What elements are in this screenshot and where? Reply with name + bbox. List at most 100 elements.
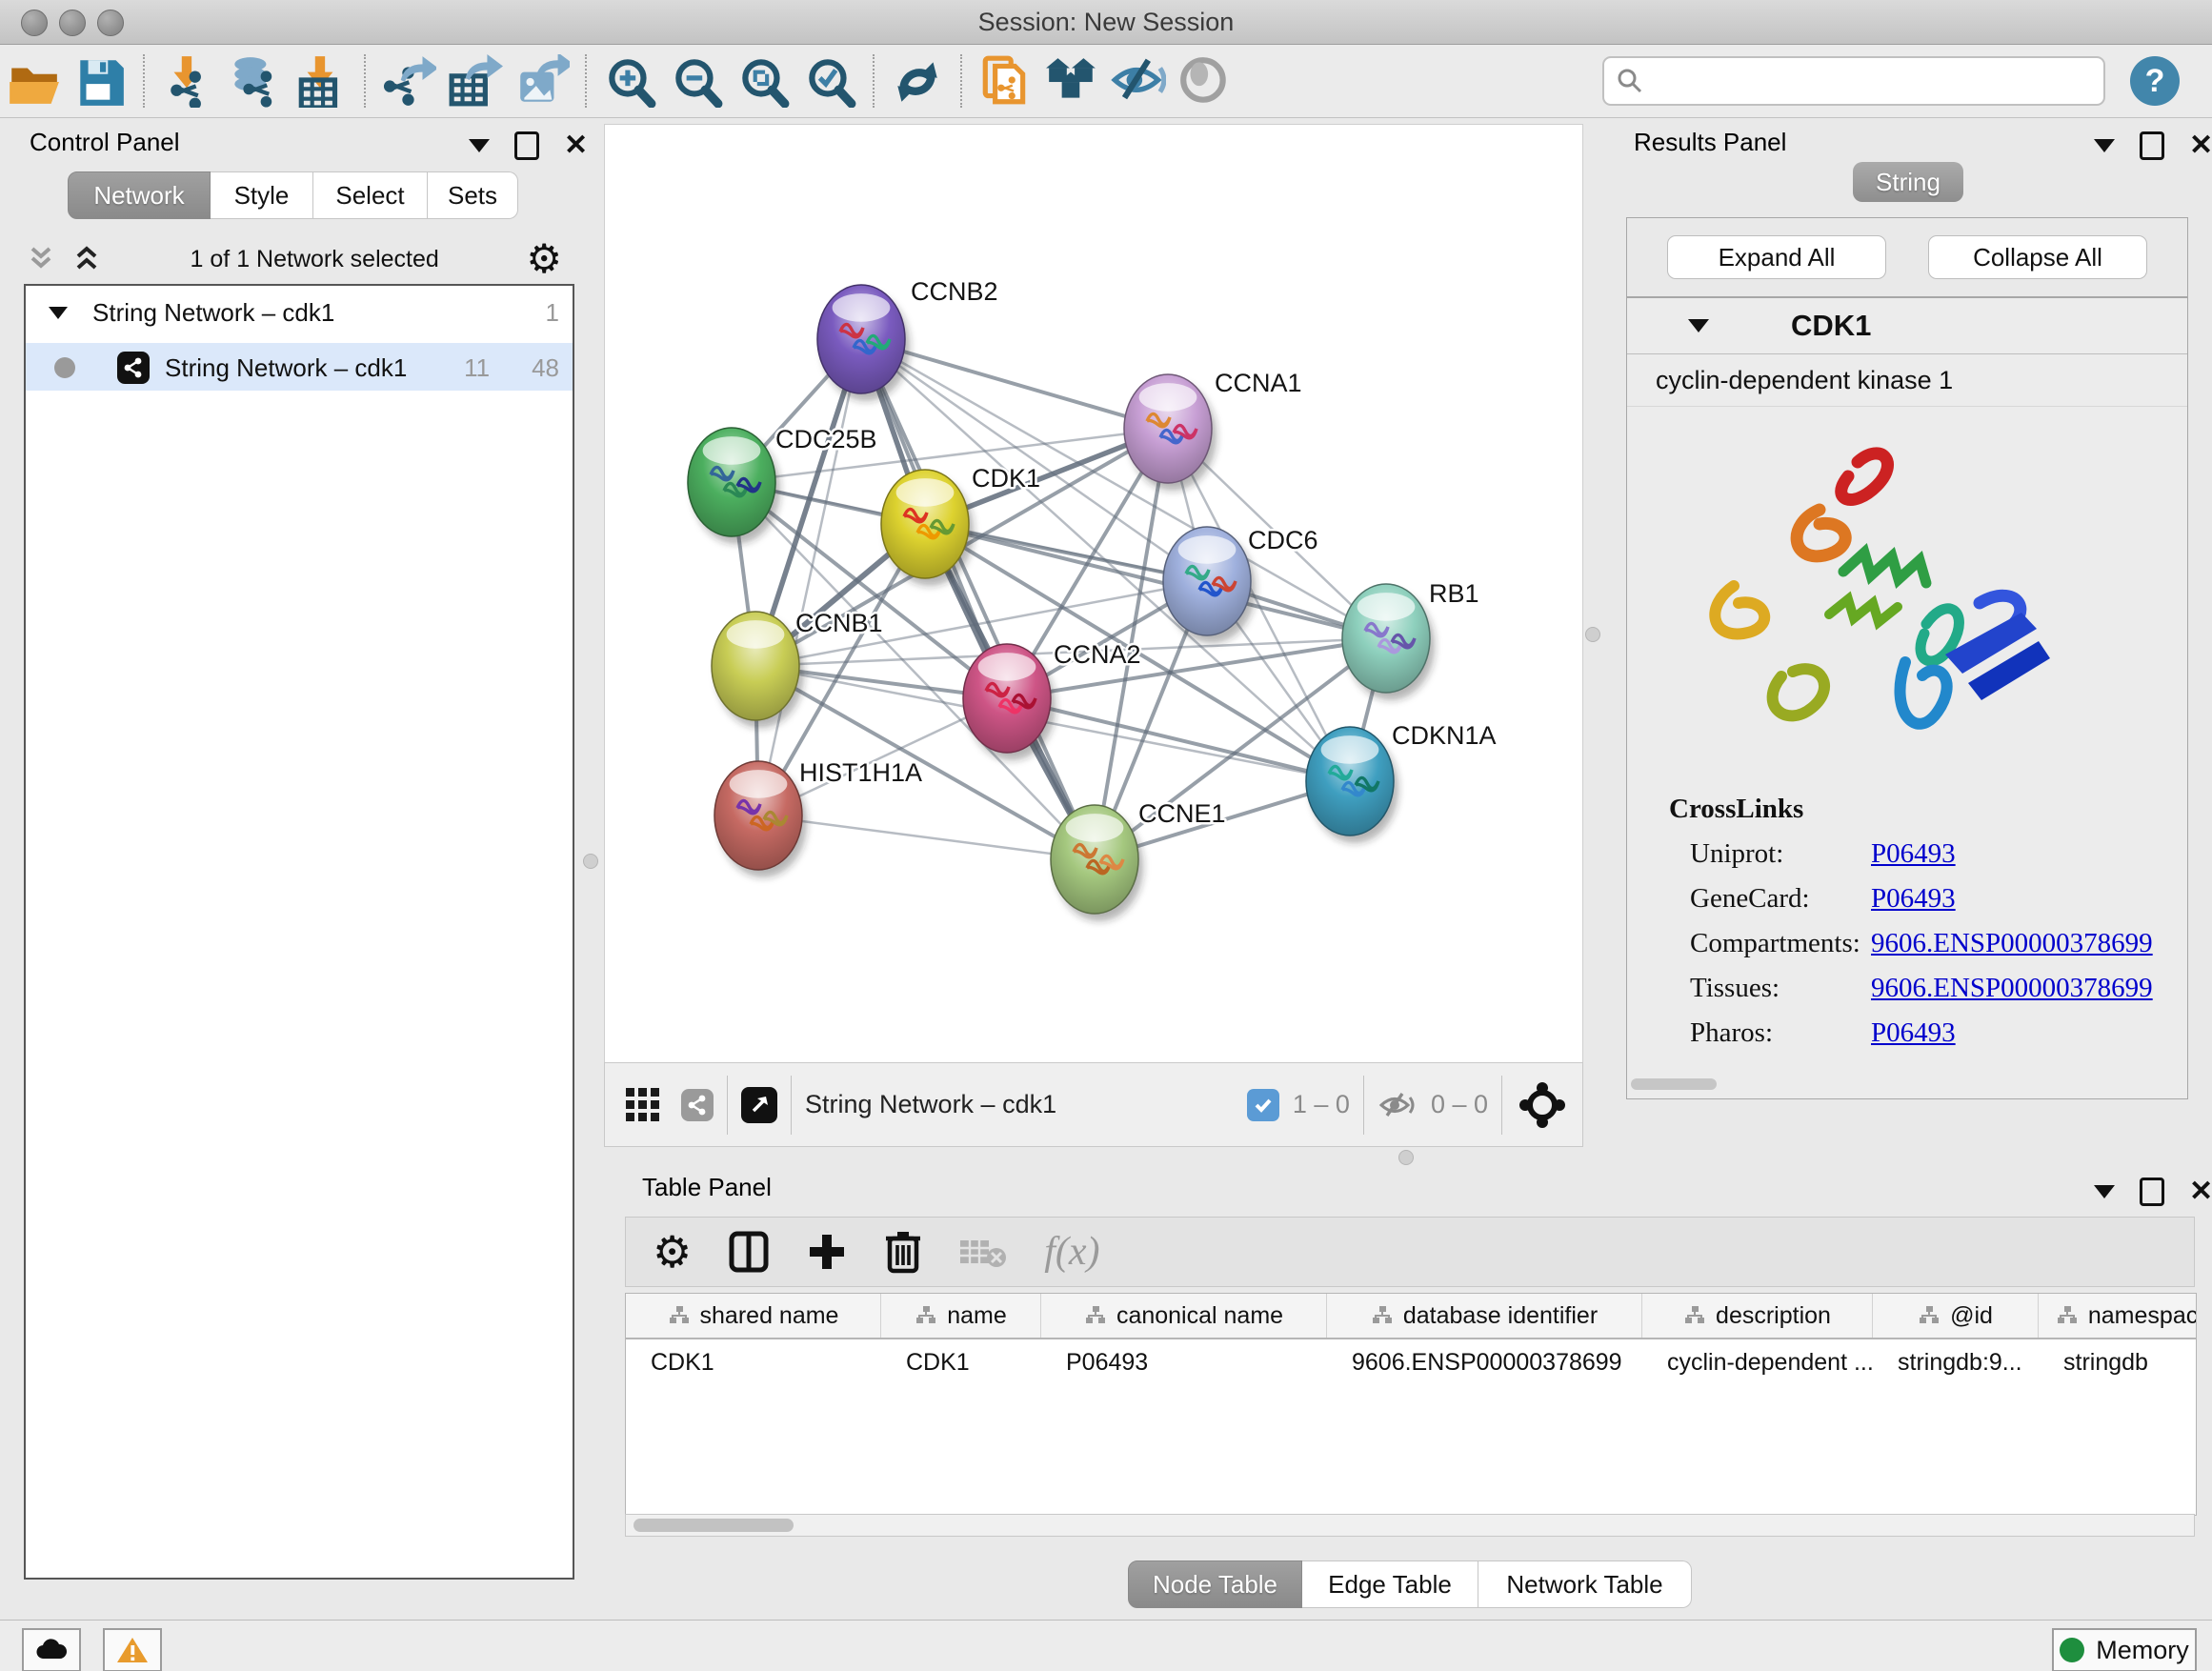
network-node-CCNA2[interactable] [963,644,1056,760]
zoom-fit-button[interactable] [730,50,796,111]
hide-selected-icon [1111,54,1166,108]
maximize-panel-icon[interactable] [514,131,539,160]
close-panel-icon[interactable]: ✕ [564,131,588,160]
import-network-database-button[interactable] [221,50,288,111]
zoom-in-button[interactable] [596,50,663,111]
network-node-CDKN1A[interactable] [1306,727,1398,843]
network-node-RB1[interactable] [1342,584,1435,700]
results-scrollbar-thumb[interactable] [1631,1078,1717,1090]
search-input[interactable] [1644,66,2092,97]
table-options-gear-icon[interactable]: ⚙ [653,1230,692,1274]
node-table[interactable]: shared name name canonical name database… [625,1293,2197,1516]
splitter-grip[interactable] [583,854,598,869]
network-node-CCNA1[interactable] [1124,374,1217,491]
network-node-CCNB2[interactable] [817,285,910,401]
tab-select[interactable]: Select [313,171,428,219]
network-row[interactable]: String Network – cdk1 11 48 [26,343,573,391]
memory-button[interactable]: Memory [2052,1628,2197,1671]
import-table-button[interactable] [288,50,354,111]
column-header-name[interactable]: name [881,1294,1041,1338]
cloud-status-button[interactable] [22,1628,81,1671]
network-view-title: String Network – cdk1 [805,1090,1056,1119]
network-node-HIST1H1A[interactable] [714,761,807,877]
warnings-button[interactable] [103,1628,162,1671]
entry-collapse-icon[interactable] [1688,319,1709,332]
network-options-gear-icon[interactable]: ⚙ [526,239,562,279]
table-row[interactable]: CDK1CDK1P064939606.ENSP00000378699cyclin… [626,1339,2196,1385]
network-collection-row[interactable]: String Network – cdk1 1 [26,286,573,335]
float-panel-icon[interactable] [469,139,490,152]
column-type-icon [2056,1305,2079,1326]
tab-network-table[interactable]: Network Table [1478,1560,1692,1608]
expand-all-icon[interactable] [70,241,103,277]
import-network-button[interactable] [154,50,221,111]
hidden-eye-slash-icon[interactable] [1377,1089,1419,1121]
splitter-grip[interactable] [1585,627,1600,642]
fit-content-crosshair-icon[interactable] [1516,1078,1569,1132]
column-header-canonical-name[interactable]: canonical name [1041,1294,1327,1338]
network-canvas[interactable]: CCNB2CCNA1CDC25BCDK1CDC6RB1CCNB1CCNA2CDK… [604,124,1583,1064]
splitter-grip[interactable] [1398,1150,1414,1165]
crosslink-link[interactable]: P06493 [1871,883,1956,915]
scrollbar-thumb[interactable] [633,1519,794,1532]
column-header-database-identifier[interactable]: database identifier [1327,1294,1642,1338]
zoom-out-button[interactable] [663,50,730,111]
float-panel-icon[interactable] [2094,1185,2115,1198]
tab-sets[interactable]: Sets [428,171,518,219]
network-list: String Network – cdk1 1 String Network –… [24,284,574,1580]
network-node-CCNE1[interactable] [1051,805,1143,921]
crosslink-link[interactable]: P06493 [1871,1017,1956,1049]
close-panel-icon[interactable]: ✕ [2189,1178,2212,1206]
delete-column-trash-icon[interactable] [884,1229,922,1275]
tab-network[interactable]: Network [68,171,211,219]
network-edge[interactable] [758,815,1095,859]
crosslink-link[interactable]: 9606.ENSP00000378699 [1871,973,2153,1004]
network-name: String Network – cdk1 [165,353,464,383]
float-panel-icon[interactable] [2094,139,2115,152]
close-panel-icon[interactable]: ✕ [2189,131,2212,160]
column-header-shared-name[interactable]: shared name [626,1294,881,1338]
zoom-selected-button[interactable] [796,50,863,111]
tab-edge-table[interactable]: Edge Table [1302,1560,1478,1608]
create-column-plus-icon[interactable] [806,1231,848,1273]
maximize-panel-icon[interactable] [2140,131,2164,160]
maximize-panel-icon[interactable] [2140,1178,2164,1206]
export-table-button[interactable] [442,50,509,111]
collapse-all-icon[interactable] [25,241,57,277]
first-neighbors-button[interactable] [1038,50,1105,111]
export-network-button[interactable] [375,50,442,111]
network-node-CDK1[interactable] [881,470,974,586]
selected-checkbox-icon[interactable] [1247,1089,1279,1121]
column-header-namespace[interactable]: namespace [2039,1294,2197,1338]
network-node-count: 11 [464,353,490,383]
table-horizontal-scrollbar[interactable] [625,1514,2195,1537]
network-view-toolbar: String Network – cdk1 1 – 0 0 – 0 [604,1062,1583,1147]
expand-all-button[interactable]: Expand All [1667,235,1886,279]
preview-button[interactable] [1172,50,1238,111]
collection-collapse-icon[interactable] [49,307,68,319]
network-edge[interactable] [758,339,861,815]
export-image-button[interactable] [509,50,575,111]
open-session-button[interactable] [0,50,67,111]
column-header--id[interactable]: @id [1873,1294,2039,1338]
tab-string[interactable]: String [1853,162,1963,202]
refresh-button[interactable] [884,50,951,111]
gene-entry-header[interactable]: CDK1 [1627,298,2187,354]
help-button[interactable]: ? [2130,56,2180,106]
tab-style[interactable]: Style [211,171,313,219]
crosslink-link[interactable]: 9606.ENSP00000378699 [1871,928,2153,959]
show-columns-icon[interactable] [728,1230,770,1274]
collapse-all-button[interactable]: Collapse All [1928,235,2147,279]
save-session-button[interactable] [67,50,133,111]
birds-eye-grid-icon[interactable] [622,1084,664,1126]
search-field[interactable] [1602,56,2105,106]
clone-network-button[interactable] [972,50,1038,111]
open-in-window-icon[interactable] [741,1087,777,1123]
crosslink-link[interactable]: P06493 [1871,838,1956,870]
tab-node-table[interactable]: Node Table [1128,1560,1302,1608]
control-panel-header-icons: ✕ [469,131,588,160]
network-node-CCNB1[interactable] [712,612,804,728]
column-header-description[interactable]: description [1642,1294,1873,1338]
network-share-icon[interactable] [681,1089,714,1121]
hide-selected-button[interactable] [1105,50,1172,111]
